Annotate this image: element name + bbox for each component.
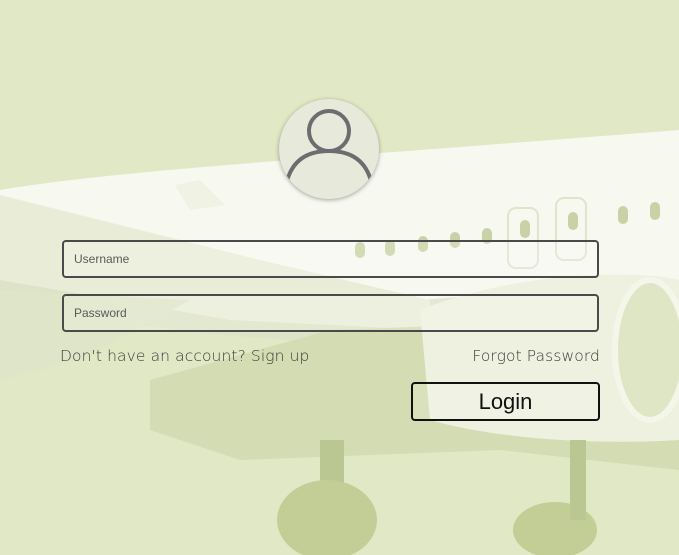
- avatar: [279, 99, 379, 199]
- user-icon: [285, 109, 373, 182]
- forgot-password-link[interactable]: Forgot Password: [472, 347, 600, 365]
- username-input[interactable]: [62, 240, 599, 278]
- login-button[interactable]: Login: [411, 382, 600, 421]
- signup-link[interactable]: Don't have an account? Sign up: [60, 347, 309, 365]
- password-input[interactable]: [62, 294, 599, 332]
